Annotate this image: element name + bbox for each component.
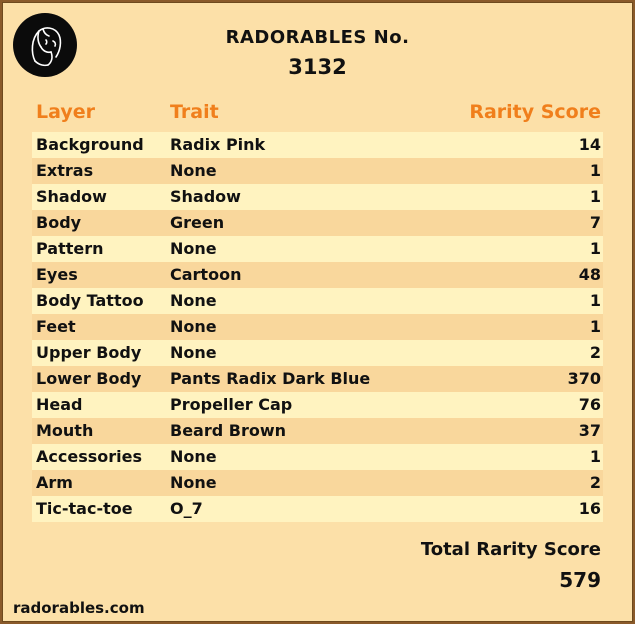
score-cell: 1 [589, 291, 601, 310]
trait-cell: None [170, 473, 217, 492]
score-cell: 1 [589, 317, 601, 336]
site-url: radorables.com [13, 599, 145, 617]
table-row: Body Tattoo None 1 [32, 288, 603, 314]
trait-cell: None [170, 447, 217, 466]
layer-cell: Shadow [36, 187, 107, 206]
token-number: 3132 [288, 55, 347, 79]
layer-cell: Pattern [36, 239, 104, 258]
score-cell: 1 [589, 239, 601, 258]
total-rarity-value: 579 [559, 568, 601, 592]
table-row: Shadow Shadow 1 [32, 184, 603, 210]
trait-cell: None [170, 291, 217, 310]
layer-cell: Head [36, 395, 83, 414]
score-cell: 2 [589, 473, 601, 492]
layer-cell: Extras [36, 161, 94, 180]
table-row: Head Propeller Cap 76 [32, 392, 603, 418]
trait-cell: Cartoon [170, 265, 242, 284]
trait-cell: Propeller Cap [170, 395, 293, 414]
layer-cell: Background [36, 135, 144, 154]
trait-cell: None [170, 317, 217, 336]
score-cell: 1 [589, 447, 601, 466]
layer-cell: Arm [36, 473, 73, 492]
table-row: Accessories None 1 [32, 444, 603, 470]
trait-cell: Radix Pink [170, 135, 266, 154]
table-row: Mouth Beard Brown 37 [32, 418, 603, 444]
trait-cell: None [170, 239, 217, 258]
column-header-trait: Trait [170, 101, 219, 123]
layer-cell: Upper Body [36, 343, 142, 362]
score-cell: 76 [578, 395, 601, 414]
layer-cell: Accessories [36, 447, 142, 466]
table-row: Lower Body Pants Radix Dark Blue 370 [32, 366, 603, 392]
trait-cell: Beard Brown [170, 421, 287, 440]
table-row: Feet None 1 [32, 314, 603, 340]
table-row: Tic-tac-toe O_7 16 [32, 496, 603, 522]
trait-cell: None [170, 343, 217, 362]
layer-cell: Mouth [36, 421, 94, 440]
table-row: Pattern None 1 [32, 236, 603, 262]
score-cell: 1 [589, 161, 601, 180]
layer-cell: Feet [36, 317, 76, 336]
trait-cell: O_7 [170, 499, 203, 518]
table-row: Body Green 7 [32, 210, 603, 236]
score-cell: 48 [578, 265, 601, 284]
page-title: RADORABLES No. [225, 27, 410, 48]
score-cell: 370 [567, 369, 601, 388]
layer-cell: Body Tattoo [36, 291, 144, 310]
table-row: Extras None 1 [32, 158, 603, 184]
layer-cell: Tic-tac-toe [36, 499, 133, 518]
score-cell: 16 [578, 499, 601, 518]
table-row: Upper Body None 2 [32, 340, 603, 366]
traits-table: Background Radix Pink 14 Extras None 1 S… [32, 132, 603, 522]
score-cell: 2 [589, 343, 601, 362]
total-rarity-label: Total Rarity Score [420, 539, 601, 560]
trait-cell: None [170, 161, 217, 180]
column-header-rarity-score: Rarity Score [469, 101, 601, 123]
score-cell: 14 [578, 135, 601, 154]
score-cell: 1 [589, 187, 601, 206]
layer-cell: Lower Body [36, 369, 142, 388]
score-cell: 37 [578, 421, 601, 440]
rarity-card: RADORABLES No. 3132 Layer Trait Rarity S… [2, 2, 633, 622]
trait-cell: Green [170, 213, 225, 232]
table-row: Arm None 2 [32, 470, 603, 496]
trait-cell: Pants Radix Dark Blue [170, 369, 371, 388]
table-row: Eyes Cartoon 48 [32, 262, 603, 288]
score-cell: 7 [589, 213, 601, 232]
layer-cell: Body [36, 213, 82, 232]
column-header-layer: Layer [36, 101, 95, 123]
trait-cell: Shadow [170, 187, 241, 206]
table-row: Background Radix Pink 14 [32, 132, 603, 158]
layer-cell: Eyes [36, 265, 78, 284]
